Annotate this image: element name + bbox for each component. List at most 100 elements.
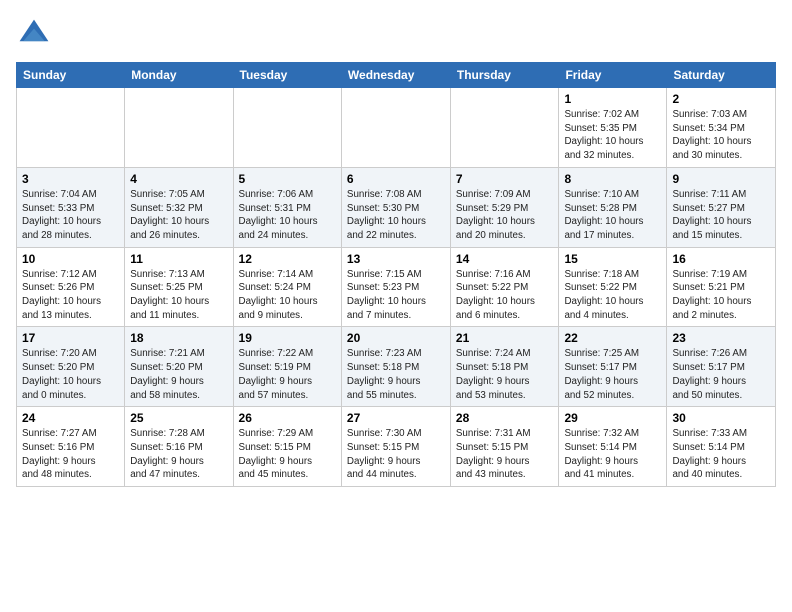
- day-number: 11: [130, 252, 227, 266]
- day-number: 14: [456, 252, 554, 266]
- day-info: Sunrise: 7:21 AM Sunset: 5:20 PM Dayligh…: [130, 347, 227, 402]
- day-info: Sunrise: 7:11 AM Sunset: 5:27 PM Dayligh…: [672, 188, 770, 243]
- page-header: [16, 16, 776, 52]
- logo-icon: [16, 16, 52, 52]
- day-number: 28: [456, 411, 554, 425]
- day-info: Sunrise: 7:29 AM Sunset: 5:15 PM Dayligh…: [239, 427, 336, 482]
- day-info: Sunrise: 7:12 AM Sunset: 5:26 PM Dayligh…: [22, 268, 119, 323]
- weekday-header: Friday: [559, 63, 667, 88]
- day-info: Sunrise: 7:06 AM Sunset: 5:31 PM Dayligh…: [239, 188, 336, 243]
- weekday-header: Wednesday: [341, 63, 450, 88]
- calendar-cell: [341, 88, 450, 168]
- day-info: Sunrise: 7:05 AM Sunset: 5:32 PM Dayligh…: [130, 188, 227, 243]
- calendar-cell: 16 Sunrise: 7:19 AM Sunset: 5:21 PM Dayli…: [667, 247, 776, 327]
- day-number: 27: [347, 411, 445, 425]
- day-info: Sunrise: 7:24 AM Sunset: 5:18 PM Dayligh…: [456, 347, 554, 402]
- calendar-cell: 17 Sunrise: 7:20 AM Sunset: 5:20 PM Dayli…: [17, 327, 125, 407]
- day-number: 25: [130, 411, 227, 425]
- calendar-cell: 27 Sunrise: 7:30 AM Sunset: 5:15 PM Dayli…: [341, 407, 450, 487]
- calendar-table: SundayMondayTuesdayWednesdayThursdayFrid…: [16, 62, 776, 487]
- day-number: 21: [456, 331, 554, 345]
- day-info: Sunrise: 7:32 AM Sunset: 5:14 PM Dayligh…: [564, 427, 661, 482]
- day-number: 13: [347, 252, 445, 266]
- day-number: 6: [347, 172, 445, 186]
- calendar-cell: 1 Sunrise: 7:02 AM Sunset: 5:35 PM Daylig…: [559, 88, 667, 168]
- day-number: 8: [564, 172, 661, 186]
- calendar-cell: [450, 88, 559, 168]
- day-number: 5: [239, 172, 336, 186]
- day-number: 23: [672, 331, 770, 345]
- day-number: 4: [130, 172, 227, 186]
- day-info: Sunrise: 7:14 AM Sunset: 5:24 PM Dayligh…: [239, 268, 336, 323]
- day-info: Sunrise: 7:26 AM Sunset: 5:17 PM Dayligh…: [672, 347, 770, 402]
- calendar-cell: 26Sunrise: 7:29 AM Sunset: 5:15 PM Dayli…: [233, 407, 341, 487]
- day-number: 22: [564, 331, 661, 345]
- day-info: Sunrise: 7:13 AM Sunset: 5:25 PM Dayligh…: [130, 268, 227, 323]
- calendar-cell: 5 Sunrise: 7:06 AM Sunset: 5:31 PM Daylig…: [233, 167, 341, 247]
- calendar-cell: 29 Sunrise: 7:32 AM Sunset: 5:14 PM Dayli…: [559, 407, 667, 487]
- day-info: Sunrise: 7:25 AM Sunset: 5:17 PM Dayligh…: [564, 347, 661, 402]
- day-number: 19: [239, 331, 336, 345]
- calendar-cell: 11 Sunrise: 7:13 AM Sunset: 5:25 PM Dayli…: [125, 247, 233, 327]
- day-number: 2: [672, 92, 770, 106]
- calendar-cell: 22 Sunrise: 7:25 AM Sunset: 5:17 PM Dayli…: [559, 327, 667, 407]
- day-info: Sunrise: 7:30 AM Sunset: 5:15 PM Dayligh…: [347, 427, 445, 482]
- day-info: Sunrise: 7:08 AM Sunset: 5:30 PM Dayligh…: [347, 188, 445, 243]
- day-info: Sunrise: 7:20 AM Sunset: 5:20 PM Dayligh…: [22, 347, 119, 402]
- calendar-week-row: 24 Sunrise: 7:27 AM Sunset: 5:16 PM Dayli…: [17, 407, 776, 487]
- calendar-cell: 24 Sunrise: 7:27 AM Sunset: 5:16 PM Dayli…: [17, 407, 125, 487]
- weekday-header: Saturday: [667, 63, 776, 88]
- calendar-cell: 21 Sunrise: 7:24 AM Sunset: 5:18 PM Dayli…: [450, 327, 559, 407]
- day-info: Sunrise: 7:09 AM Sunset: 5:29 PM Dayligh…: [456, 188, 554, 243]
- calendar-cell: 20 Sunrise: 7:23 AM Sunset: 5:18 PM Dayli…: [341, 327, 450, 407]
- calendar-cell: 3Sunrise: 7:04 AM Sunset: 5:33 PM Daylig…: [17, 167, 125, 247]
- calendar-cell: 15 Sunrise: 7:18 AM Sunset: 5:22 PM Dayli…: [559, 247, 667, 327]
- weekday-header: Monday: [125, 63, 233, 88]
- calendar-cell: 10Sunrise: 7:12 AM Sunset: 5:26 PM Dayli…: [17, 247, 125, 327]
- calendar-cell: 18 Sunrise: 7:21 AM Sunset: 5:20 PM Dayli…: [125, 327, 233, 407]
- calendar-week-row: 3Sunrise: 7:04 AM Sunset: 5:33 PM Daylig…: [17, 167, 776, 247]
- day-number: 17: [22, 331, 119, 345]
- day-number: 18: [130, 331, 227, 345]
- day-info: Sunrise: 7:23 AM Sunset: 5:18 PM Dayligh…: [347, 347, 445, 402]
- day-number: 15: [564, 252, 661, 266]
- calendar-cell: 9Sunrise: 7:11 AM Sunset: 5:27 PM Daylig…: [667, 167, 776, 247]
- day-number: 29: [564, 411, 661, 425]
- calendar-week-row: 1 Sunrise: 7:02 AM Sunset: 5:35 PM Daylig…: [17, 88, 776, 168]
- calendar-cell: 2 Sunrise: 7:03 AM Sunset: 5:34 PM Daylig…: [667, 88, 776, 168]
- day-info: Sunrise: 7:18 AM Sunset: 5:22 PM Dayligh…: [564, 268, 661, 323]
- day-info: Sunrise: 7:03 AM Sunset: 5:34 PM Dayligh…: [672, 108, 770, 163]
- day-info: Sunrise: 7:27 AM Sunset: 5:16 PM Dayligh…: [22, 427, 119, 482]
- calendar-header-row: SundayMondayTuesdayWednesdayThursdayFrid…: [17, 63, 776, 88]
- day-info: Sunrise: 7:15 AM Sunset: 5:23 PM Dayligh…: [347, 268, 445, 323]
- day-info: Sunrise: 7:02 AM Sunset: 5:35 PM Dayligh…: [564, 108, 661, 163]
- day-number: 20: [347, 331, 445, 345]
- day-info: Sunrise: 7:22 AM Sunset: 5:19 PM Dayligh…: [239, 347, 336, 402]
- day-info: Sunrise: 7:19 AM Sunset: 5:21 PM Dayligh…: [672, 268, 770, 323]
- calendar-cell: [17, 88, 125, 168]
- calendar-cell: 4 Sunrise: 7:05 AM Sunset: 5:32 PM Daylig…: [125, 167, 233, 247]
- calendar-cell: 25 Sunrise: 7:28 AM Sunset: 5:16 PM Dayli…: [125, 407, 233, 487]
- day-info: Sunrise: 7:31 AM Sunset: 5:15 PM Dayligh…: [456, 427, 554, 482]
- calendar-week-row: 10Sunrise: 7:12 AM Sunset: 5:26 PM Dayli…: [17, 247, 776, 327]
- day-number: 30: [672, 411, 770, 425]
- day-info: Sunrise: 7:28 AM Sunset: 5:16 PM Dayligh…: [130, 427, 227, 482]
- weekday-header: Tuesday: [233, 63, 341, 88]
- calendar-cell: 28 Sunrise: 7:31 AM Sunset: 5:15 PM Dayli…: [450, 407, 559, 487]
- weekday-header: Sunday: [17, 63, 125, 88]
- weekday-header: Thursday: [450, 63, 559, 88]
- calendar-cell: 12 Sunrise: 7:14 AM Sunset: 5:24 PM Dayli…: [233, 247, 341, 327]
- day-info: Sunrise: 7:33 AM Sunset: 5:14 PM Dayligh…: [672, 427, 770, 482]
- calendar-cell: 8Sunrise: 7:10 AM Sunset: 5:28 PM Daylig…: [559, 167, 667, 247]
- day-number: 12: [239, 252, 336, 266]
- day-number: 7: [456, 172, 554, 186]
- calendar-cell: 14Sunrise: 7:16 AM Sunset: 5:22 PM Dayli…: [450, 247, 559, 327]
- calendar-cell: 6 Sunrise: 7:08 AM Sunset: 5:30 PM Daylig…: [341, 167, 450, 247]
- calendar-week-row: 17 Sunrise: 7:20 AM Sunset: 5:20 PM Dayli…: [17, 327, 776, 407]
- calendar-cell: [233, 88, 341, 168]
- day-number: 24: [22, 411, 119, 425]
- day-info: Sunrise: 7:04 AM Sunset: 5:33 PM Dayligh…: [22, 188, 119, 243]
- logo: [16, 16, 56, 52]
- day-number: 16: [672, 252, 770, 266]
- day-number: 1: [564, 92, 661, 106]
